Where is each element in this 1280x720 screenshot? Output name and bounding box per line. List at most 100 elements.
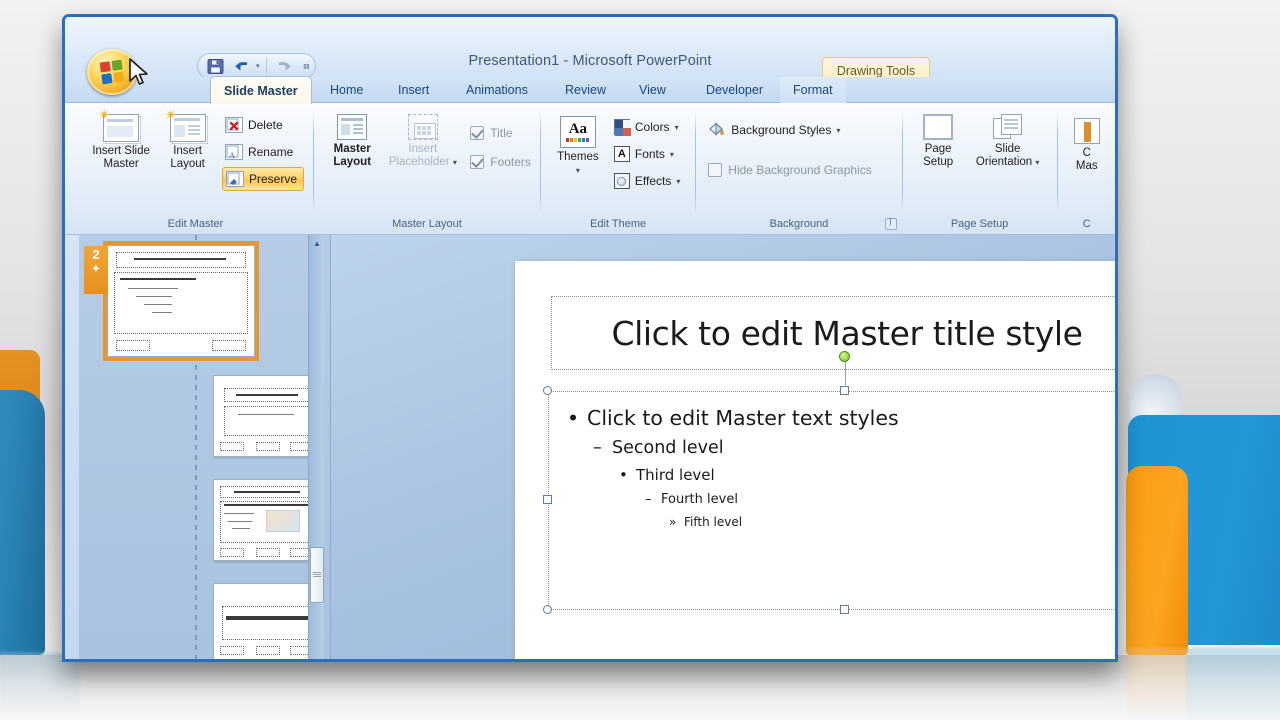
mouse-cursor	[129, 58, 148, 85]
body-level-4: – Fourth level	[645, 492, 1115, 507]
footers-checkbox[interactable]	[470, 155, 485, 169]
theme-fonts-button[interactable]: A Fonts ▾	[611, 142, 686, 166]
tab-slide-master[interactable]: Slide Master	[210, 76, 312, 104]
body-level-5: » Fifth level	[669, 515, 1115, 529]
tab-developer[interactable]: Developer	[693, 77, 776, 103]
tab-review[interactable]: Review	[552, 77, 619, 103]
preserve-pin-icon: ✦	[91, 264, 101, 275]
resize-handle-bottom-left[interactable]	[543, 605, 552, 614]
thumbnail-layout-1[interactable]	[213, 375, 321, 457]
undo-icon[interactable]	[231, 56, 253, 76]
body-level-3-text: Third level	[636, 466, 715, 484]
btn-label: Delete	[247, 118, 283, 132]
master-layout-icon	[337, 114, 368, 140]
tab-format[interactable]: Format	[780, 77, 846, 103]
title-checkbox[interactable]	[470, 126, 485, 140]
tab-label: Home	[330, 83, 364, 97]
hide-background-graphics-checkbox[interactable]	[708, 163, 723, 177]
chevron-down-icon[interactable]: ▾	[670, 150, 674, 159]
body-level-1: • Click to edit Master text styles	[567, 406, 1115, 430]
scrollbar-thumb[interactable]	[310, 547, 324, 603]
slide-orientation-button[interactable]: Slide Orientation ▾	[968, 110, 1048, 169]
tab-animations[interactable]: Animations	[453, 77, 541, 103]
footers-checkbox-row[interactable]: Footers	[470, 149, 531, 175]
chevron-down-icon[interactable]: ▾	[676, 177, 680, 186]
effects-icon	[613, 173, 630, 189]
btn-line1: Insert	[408, 143, 438, 155]
master-layout-button[interactable]: Master Layout	[323, 110, 382, 169]
checkbox-label: Title	[490, 126, 513, 140]
themes-button[interactable]: Aa Themes ▾	[550, 112, 606, 177]
colors-icon	[613, 119, 631, 136]
tab-view[interactable]: View	[626, 77, 679, 103]
chevron-down-icon[interactable]: ▾	[453, 158, 457, 167]
tab-label: Review	[565, 83, 606, 97]
themes-icon: Aa	[559, 116, 596, 148]
tab-label: Developer	[706, 83, 763, 97]
btn-line2: Layout	[170, 158, 205, 170]
slide-thumbnail-pane[interactable]: 2 ✦ ▲	[79, 235, 331, 659]
insert-slide-master-button[interactable]: ✴ Insert Slide Master	[87, 108, 155, 171]
slide-orientation-icon	[992, 114, 1023, 140]
chevron-down-icon[interactable]: ▾	[836, 126, 840, 135]
body-level-1-text: Click to edit Master text styles	[587, 406, 899, 430]
insert-layout-icon: ✴	[165, 108, 206, 142]
preserve-master-button[interactable]: Preserve	[221, 167, 304, 191]
insert-layout-button[interactable]: ✴ Insert Layout	[158, 108, 217, 171]
delete-icon	[224, 117, 243, 133]
insert-placeholder-button[interactable]: Insert Placeholder ▾	[384, 110, 461, 169]
thumb-footer-left	[116, 340, 150, 351]
resize-handle-top-center[interactable]	[840, 386, 849, 395]
btn-label: Effects	[634, 174, 672, 188]
close-master-view-button[interactable]: C Mas	[1067, 114, 1107, 173]
preserve-icon	[225, 171, 244, 187]
tab-insert[interactable]: Insert	[385, 77, 442, 103]
body-placeholder[interactable]: • Click to edit Master text styles – Sec…	[548, 391, 1115, 610]
ribbon: ✴ Insert Slide Master ✴ Insert Layout De…	[65, 103, 1115, 235]
tab-label: Slide Master	[224, 83, 298, 98]
tab-label: Format	[793, 83, 833, 97]
group-separator	[695, 112, 697, 214]
resize-handle-middle-left[interactable]	[543, 495, 552, 504]
hide-background-graphics-row[interactable]: Hide Background Graphics	[708, 157, 872, 183]
rotation-handle[interactable]	[839, 351, 850, 362]
background-styles-button[interactable]: Background Styles ▾	[705, 118, 846, 142]
chevron-down-icon[interactable]: ▾	[675, 123, 679, 132]
thumb-title-ph	[116, 252, 246, 268]
rename-icon: A	[224, 144, 243, 160]
decor-reflection-orange	[1126, 648, 1188, 714]
group-separator	[539, 112, 541, 214]
title-placeholder[interactable]: Click to edit Master title style	[551, 296, 1115, 370]
chevron-down-icon[interactable]: ▾	[576, 166, 580, 175]
save-icon[interactable]	[204, 56, 226, 76]
theme-colors-button[interactable]: Colors ▾	[611, 115, 686, 139]
thumbnail-slide-master[interactable]: 2 ✦	[84, 241, 259, 361]
qat-customize-icon[interactable]: ⩎	[304, 61, 310, 72]
group-label-page-setup: Page Setup	[950, 217, 1009, 230]
slide-edit-area[interactable]: Click to edit Master title style • Click…	[331, 235, 1115, 659]
thumbnail-number-badge: 2 ✦	[84, 246, 108, 294]
rotation-stem	[844, 361, 846, 387]
resize-handle-top-left[interactable]	[543, 386, 552, 395]
bullet-level-4: –	[645, 492, 652, 507]
delete-master-button[interactable]: Delete	[222, 113, 304, 137]
resize-handle-bottom-center[interactable]	[840, 605, 849, 614]
rename-master-button[interactable]: A Rename	[222, 140, 304, 164]
btn-label: Background Styles	[731, 123, 832, 137]
group-label-edit-master: Edit Master	[167, 217, 224, 230]
contextual-tab-group-text: Drawing Tools	[836, 63, 916, 78]
page-setup-button[interactable]: Page Setup	[912, 110, 965, 169]
scroll-up-arrow-icon[interactable]: ▲	[311, 237, 323, 249]
slide-canvas[interactable]: Click to edit Master title style • Click…	[515, 261, 1115, 659]
chevron-down-icon[interactable]: ▾	[1035, 158, 1039, 167]
background-dialog-launcher[interactable]: ⟌	[884, 217, 897, 230]
undo-dropdown-icon[interactable]: ▾	[256, 62, 260, 70]
btn-line2: Setup	[923, 156, 954, 168]
tab-home[interactable]: Home	[317, 77, 376, 103]
title-checkbox-row[interactable]: Title	[470, 120, 531, 146]
thumbnail-scrollbar[interactable]: ▲	[308, 235, 324, 659]
theme-effects-button[interactable]: Effects ▾	[611, 169, 686, 193]
bullet-level-3: •	[619, 466, 628, 484]
thumbnail-layout-3[interactable]	[213, 583, 321, 659]
thumbnail-layout-2[interactable]	[213, 479, 321, 561]
